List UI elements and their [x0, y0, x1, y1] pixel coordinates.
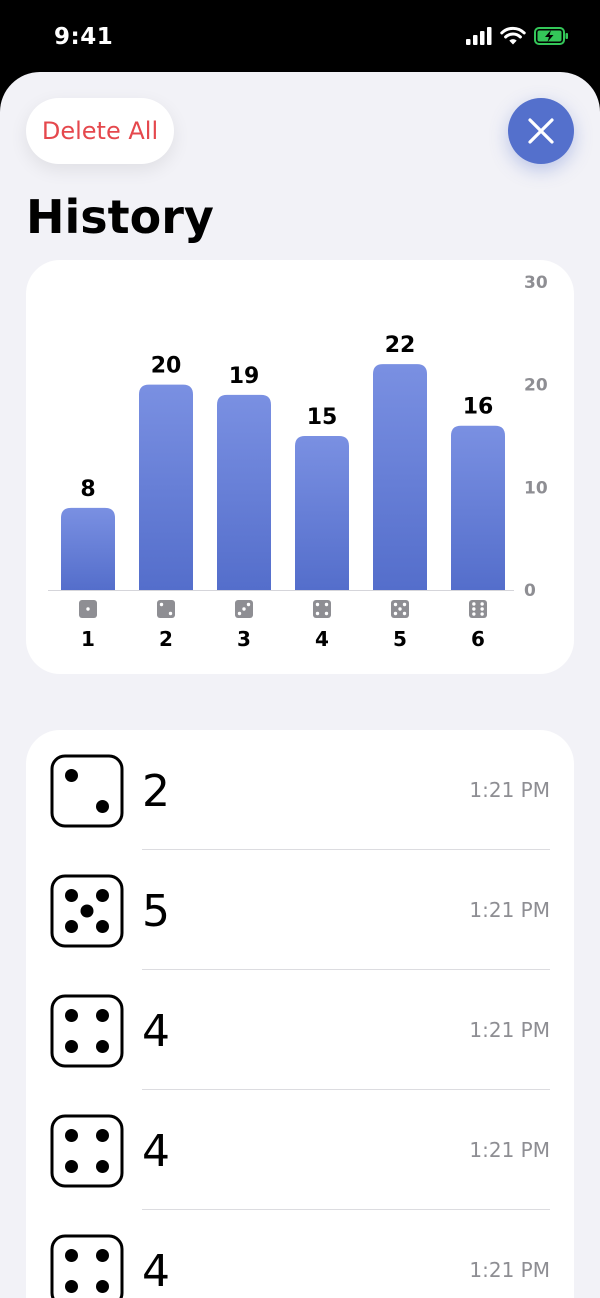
die-face-4-icon	[50, 1114, 124, 1188]
y-tick-label: 20	[524, 376, 548, 396]
roll-value: 4	[142, 1006, 170, 1057]
die-face-4-icon	[50, 1234, 124, 1298]
x-tick-label: 2	[159, 627, 173, 651]
die-face-4-icon	[50, 994, 124, 1068]
wifi-icon	[500, 26, 526, 45]
y-tick-label: 30	[524, 273, 548, 293]
history-row[interactable]: 4 1:21 PM	[26, 1090, 574, 1210]
roll-value: 4	[142, 1246, 170, 1297]
die-face-5-icon	[391, 600, 409, 618]
x-tick-label: 3	[237, 627, 251, 651]
bar	[139, 384, 193, 590]
battery-charging-icon	[534, 26, 568, 45]
roll-time: 1:21 PM	[469, 898, 550, 922]
roll-time: 1:21 PM	[469, 1138, 550, 1162]
die-face-6-icon	[469, 600, 487, 618]
close-icon	[528, 118, 554, 144]
delete-all-button[interactable]: Delete All	[26, 98, 174, 164]
bar	[61, 507, 115, 590]
history-list: 2 1:21 PM 5 1:21 PM 4 1:21 PM 4 1:21 PM 4 1:21 PM	[26, 730, 574, 1298]
roll-time: 1:21 PM	[469, 1018, 550, 1042]
bar-value-label: 8	[80, 477, 95, 502]
status-time: 9:41	[54, 24, 114, 50]
die-face-2-icon	[50, 754, 124, 828]
x-tick-label: 1	[81, 627, 95, 651]
cellular-signal-icon	[466, 26, 492, 45]
y-tick-label: 10	[524, 478, 548, 498]
die-face-5-icon	[50, 874, 124, 948]
bar	[295, 436, 349, 590]
bar	[451, 425, 505, 590]
history-row[interactable]: 2 1:21 PM	[26, 730, 574, 850]
bar	[373, 364, 427, 590]
x-tick-label: 5	[393, 627, 407, 651]
roll-distribution-chart: 0 10 20 30 8 1 20 2 19 3 15 4 22 5 16 6	[26, 260, 574, 674]
roll-time: 1:21 PM	[469, 778, 550, 802]
y-tick-label: 0	[524, 581, 536, 601]
bar-value-label: 19	[229, 364, 260, 389]
bar-value-label: 22	[385, 333, 416, 358]
history-row[interactable]: 4 1:21 PM	[26, 1210, 574, 1298]
die-face-2-icon	[157, 600, 175, 618]
roll-value: 2	[142, 766, 170, 817]
close-button[interactable]	[508, 98, 574, 164]
die-face-1-icon	[79, 600, 97, 618]
history-sheet: Delete All History 0 10 20 30 8 1 20 2 19 3 15 4 22 5…	[0, 72, 600, 1298]
bar-chart: 0 10 20 30 8 1 20 2 19 3 15 4 22 5 16 6	[48, 273, 548, 651]
die-face-4-icon	[313, 600, 331, 618]
history-row[interactable]: 4 1:21 PM	[26, 970, 574, 1090]
die-face-3-icon	[235, 600, 253, 618]
x-tick-label: 4	[315, 627, 329, 651]
roll-time: 1:21 PM	[469, 1258, 550, 1282]
status-bar: 9:41	[0, 0, 600, 72]
bar	[217, 394, 271, 590]
bar-value-label: 20	[151, 354, 182, 379]
status-icons	[466, 26, 570, 45]
x-tick-label: 6	[471, 627, 485, 651]
bar-value-label: 16	[463, 395, 494, 420]
page-title: History	[26, 190, 214, 244]
roll-value: 4	[142, 1126, 170, 1177]
bar-value-label: 15	[307, 405, 338, 430]
history-row[interactable]: 5 1:21 PM	[26, 850, 574, 970]
roll-value: 5	[142, 886, 170, 937]
